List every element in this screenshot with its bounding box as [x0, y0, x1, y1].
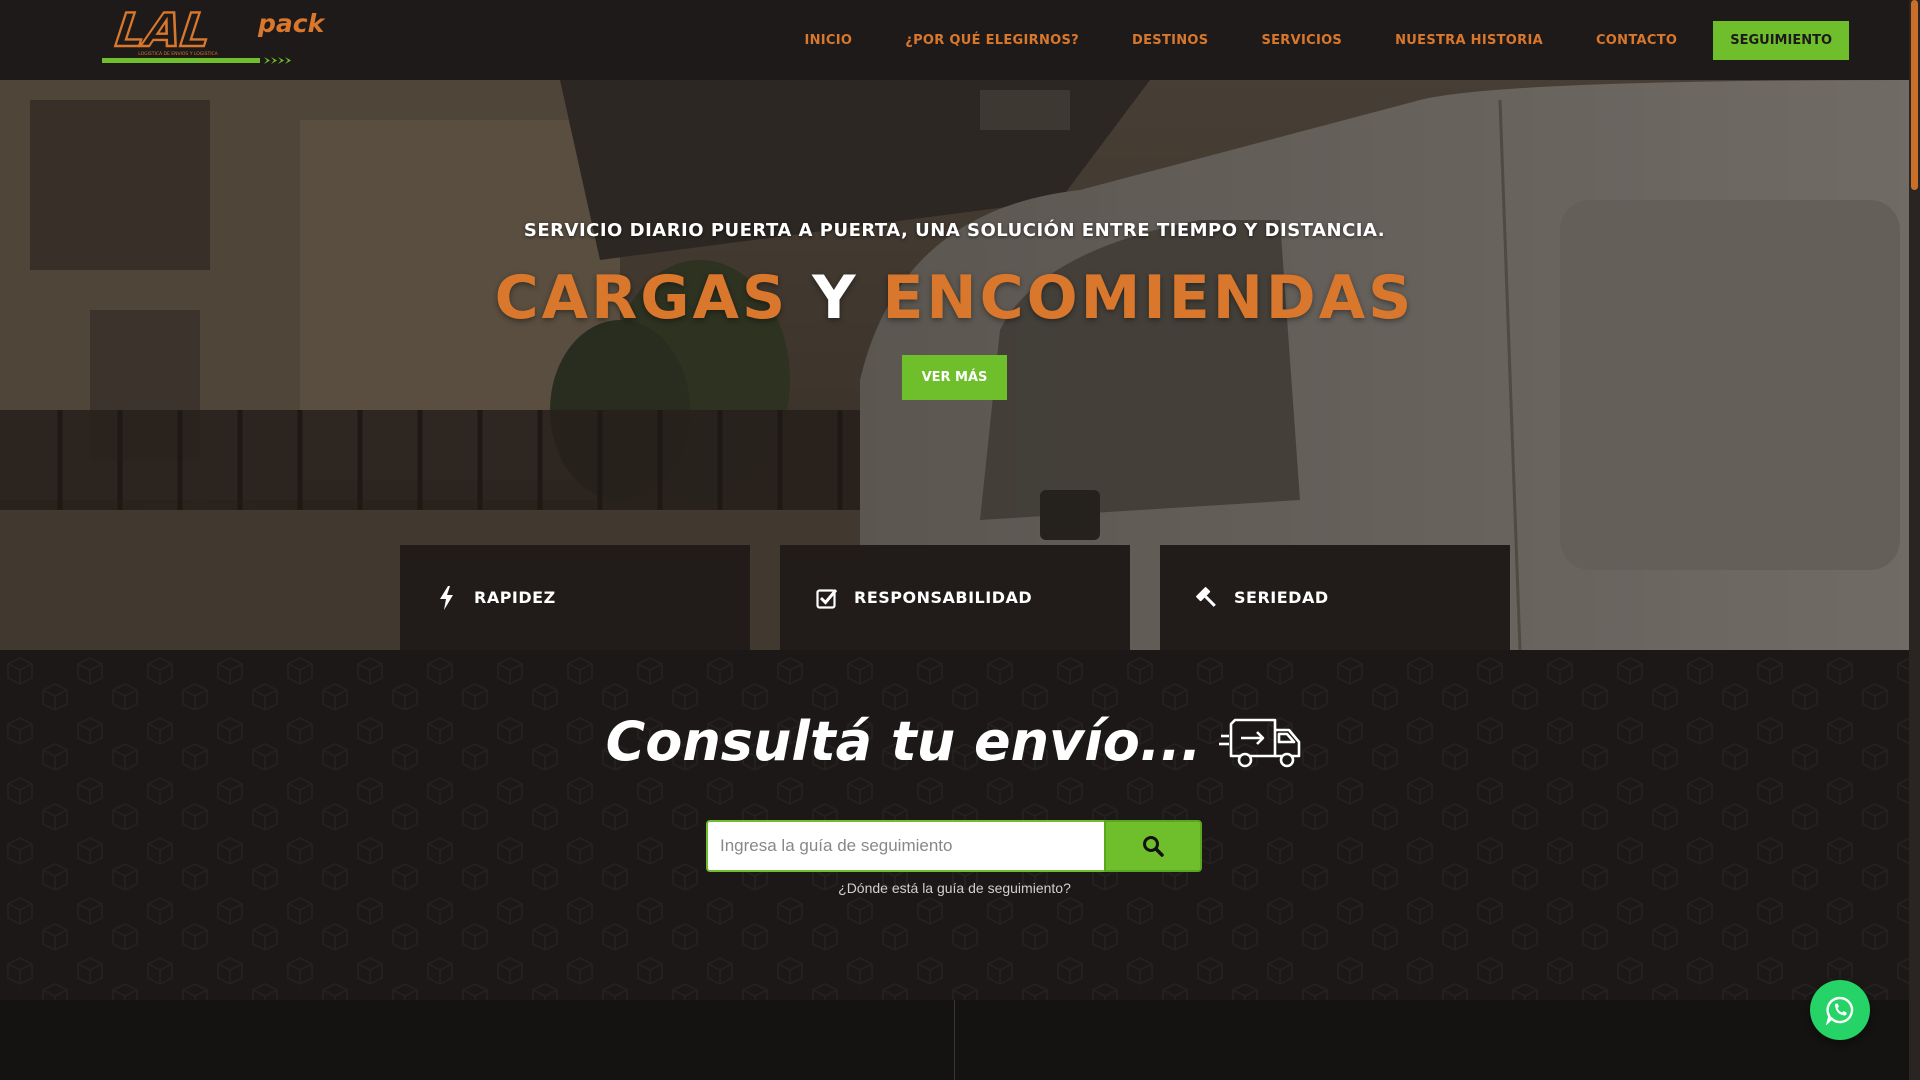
feature-seriedad: SERIEDAD — [1160, 545, 1510, 650]
bolt-icon — [436, 585, 458, 610]
svg-text:LAL: LAL — [107, 6, 219, 58]
nav-inicio[interactable]: INICIO — [804, 33, 852, 48]
nav-destinos[interactable]: DESTINOS — [1132, 33, 1208, 48]
nav-por-que-elegirnos[interactable]: ¿POR QUÉ ELEGIRNOS? — [905, 33, 1079, 48]
page-scrollbar[interactable] — [1909, 0, 1920, 1080]
whatsapp-icon — [1825, 996, 1854, 1025]
nav-seguimiento-button[interactable]: SEGUIMIENTO — [1713, 20, 1849, 60]
features-row: RAPIDEZ RESPONSABILIDAD SERIEDAD — [400, 545, 1510, 650]
nav-contacto[interactable]: CONTACTO — [1596, 33, 1677, 48]
tracking-help-link[interactable]: ¿Dónde está la guía de seguimiento? — [0, 880, 1909, 896]
search-icon — [1143, 836, 1164, 857]
tracking-section: Consultá tu envío... ¿Dónde está la guía… — [0, 650, 1909, 1000]
check-square-icon — [816, 586, 838, 610]
feature-label: RESPONSABILIDAD — [854, 588, 1033, 607]
tracking-search-input[interactable] — [706, 820, 1104, 872]
tracking-title: Consultá tu envío... — [605, 710, 1202, 773]
svg-text:pack: pack — [257, 9, 326, 38]
feature-label: SERIEDAD — [1234, 588, 1329, 607]
hero-title-cargas: CARGAS — [494, 263, 789, 333]
lalpack-logo[interactable]: LAL pack LOGISTICA DE ENVIOS Y LOGISTICA — [100, 3, 340, 74]
nav-servicios[interactable]: SERVICIOS — [1261, 33, 1342, 48]
section-divider — [954, 1000, 955, 1080]
nav-nuestra-historia[interactable]: NUESTRA HISTORIA — [1395, 33, 1543, 48]
hero-subtitle: SERVICIO DIARIO PUERTA A PUERTA, UNA SOL… — [523, 220, 1386, 241]
ver-mas-button[interactable]: VER MÁS — [901, 355, 1008, 400]
hero-section: SERVICIO DIARIO PUERTA A PUERTA, UNA SOL… — [0, 80, 1909, 650]
main-nav: INICIO ¿POR QUÉ ELEGIRNOS? DESTINOS SERV… — [751, 0, 1849, 80]
feature-responsabilidad: RESPONSABILIDAD — [780, 545, 1130, 650]
scrollbar-thumb[interactable] — [1911, 0, 1918, 190]
feature-label: RAPIDEZ — [474, 588, 556, 607]
bottom-section — [0, 1000, 1909, 1080]
gavel-icon — [1196, 586, 1218, 610]
hero-title-encomiendas: ENCOMIENDAS — [882, 263, 1415, 333]
whatsapp-button[interactable] — [1810, 980, 1870, 1040]
hero-content: SERVICIO DIARIO PUERTA A PUERTA, UNA SOL… — [0, 220, 1909, 400]
tracking-search-button[interactable] — [1104, 820, 1202, 872]
tracking-search-form — [706, 820, 1202, 872]
hero-title: CARGAS Y ENCOMIENDAS — [0, 263, 1909, 333]
feature-rapidez: RAPIDEZ — [400, 545, 750, 650]
tracking-title-row: Consultá tu envío... — [0, 710, 1909, 773]
hero-title-y: Y — [812, 263, 859, 333]
delivery-truck-icon — [1219, 718, 1301, 767]
svg-text:LOGISTICA DE ENVIOS Y LOGISTIC: LOGISTICA DE ENVIOS Y LOGISTICA — [138, 51, 218, 57]
site-header: LAL pack LOGISTICA DE ENVIOS Y LOGISTICA… — [0, 0, 1909, 80]
